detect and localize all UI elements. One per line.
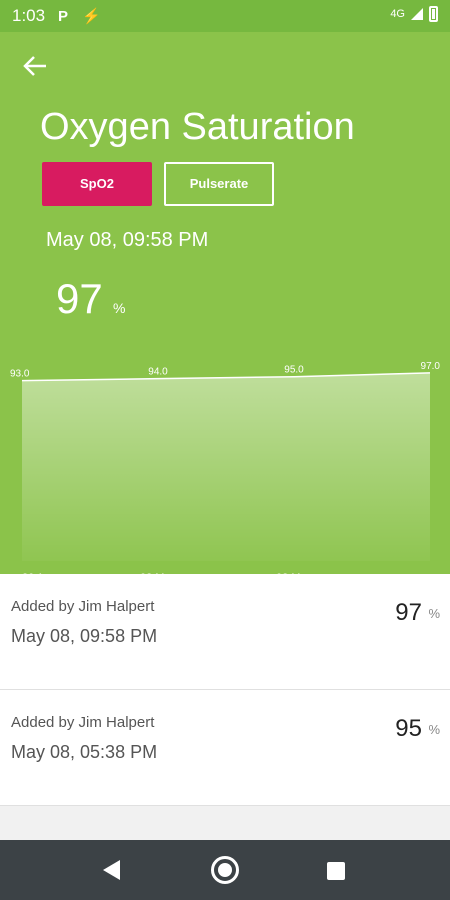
- back-button[interactable]: [20, 52, 52, 80]
- nav-recents-icon[interactable]: [327, 862, 345, 880]
- reading-unit: %: [113, 300, 126, 316]
- data-label: 95.0: [284, 365, 304, 376]
- data-label: 97.0: [421, 361, 441, 372]
- list-item[interactable]: Added by Jim Halpert May 08, 09:58 PM 97…: [0, 574, 450, 690]
- record-date: May 08, 05:38 PM: [11, 742, 158, 762]
- record-date: May 08, 09:58 PM: [11, 626, 158, 646]
- record-unit: %: [428, 606, 440, 621]
- tab-spo2[interactable]: SpO2: [42, 162, 152, 206]
- list-item[interactable]: Added by Jim Halpert May 08, 05:38 PM 95…: [0, 690, 450, 806]
- signal-icon: [411, 8, 423, 20]
- status-right: 4G: [390, 6, 438, 22]
- arrow-left-icon: [23, 56, 46, 76]
- parking-app-icon: P: [58, 8, 69, 25]
- reading-value: 97: [56, 275, 103, 322]
- page-title: Oxygen Saturation: [40, 106, 355, 148]
- nav-back-icon[interactable]: [103, 860, 120, 880]
- data-label: 94.0: [148, 367, 168, 378]
- system-nav-bar: [0, 840, 450, 900]
- status-bar: 1:03 P ⚡ 4G: [0, 0, 450, 32]
- status-notification-icons: P ⚡: [58, 7, 111, 25]
- data-label: 93.0: [10, 369, 30, 380]
- added-by: Added by Jim Halpert: [11, 598, 155, 615]
- record-value: 95: [395, 715, 422, 742]
- status-time: 1:03: [12, 6, 46, 25]
- record-list: Added by Jim Halpert May 08, 09:58 PM 97…: [0, 574, 450, 806]
- spo2-area-chart: 93.030 Apr94.008 May95.008 May97.0: [10, 361, 441, 584]
- network-type: 4G: [390, 8, 405, 20]
- reading-datetime: May 08, 09:58 PM: [46, 229, 209, 251]
- battery-icon: [429, 6, 438, 22]
- added-by: Added by Jim Halpert: [11, 714, 155, 731]
- flash-app-icon: ⚡: [82, 8, 101, 25]
- header: Oxygen Saturation SpO2 Pulserate May 08,…: [0, 32, 450, 584]
- nav-home-icon[interactable]: [211, 856, 239, 884]
- spo2-area-fill: [22, 372, 430, 561]
- record-value: 97: [395, 599, 422, 626]
- record-unit: %: [428, 722, 440, 737]
- tab-pulserate[interactable]: Pulserate: [164, 162, 274, 206]
